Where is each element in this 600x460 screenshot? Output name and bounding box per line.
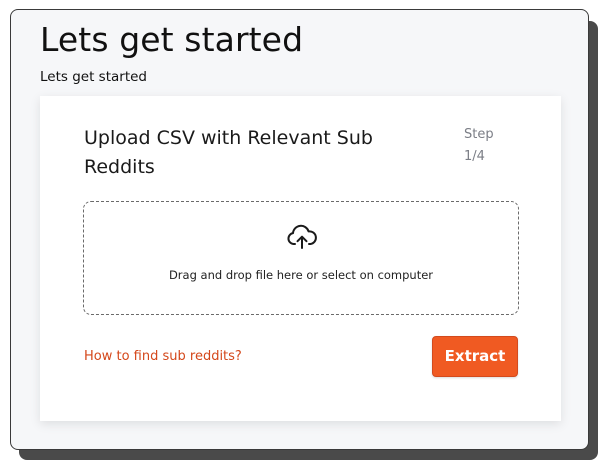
step-count: 1/4 [464,149,485,164]
page-subtitle: Lets get started [40,69,147,85]
find-subreddits-help-link[interactable]: How to find sub reddits? [84,348,242,366]
file-dropzone[interactable]: Drag and drop file here or select on com… [83,201,519,315]
select-on-computer-link[interactable]: select on computer [322,268,433,282]
step-label: Step [464,127,494,142]
extract-button[interactable]: Extract [432,336,518,377]
card-title: Upload CSV with Relevant Sub Reddits [84,127,373,178]
upload-card: Upload CSV with Relevant Sub Reddits Ste… [40,96,561,421]
dropzone-text: Drag and drop file here or select on com… [84,267,518,283]
dropzone-instruction: Drag and drop file here or [168,268,322,282]
cloud-upload-icon [287,224,317,249]
app-window: Lets get started Lets get started Upload… [10,9,589,450]
page-title: Lets get started [40,20,304,59]
